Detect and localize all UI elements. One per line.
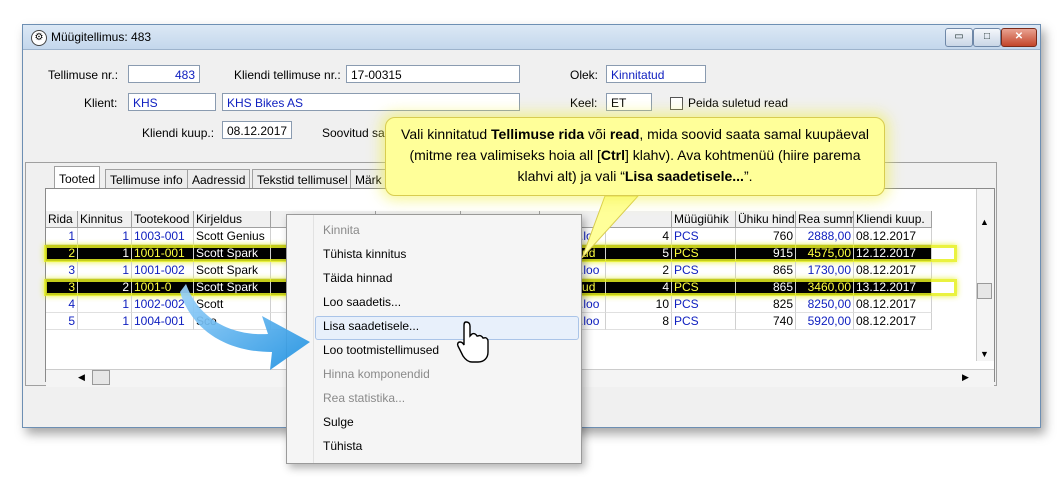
- callout-text-2: või: [584, 126, 610, 142]
- hand-cursor-icon: [456, 321, 489, 363]
- callout-text-1: Vali kinnitatud: [401, 126, 492, 142]
- callout-text-5: ”.: [743, 168, 753, 184]
- blue-curved-arrow-icon: [180, 284, 310, 370]
- callout-bold-4: Lisa saadetisele...: [624, 168, 744, 184]
- callout-pointer-icon: [581, 195, 640, 259]
- callout-bold-3: Ctrl: [600, 147, 625, 163]
- callout-bold-2: read: [609, 126, 640, 142]
- pointer-arrow-overlay: [180, 195, 640, 370]
- callout-bold-1: Tellimuse rida: [491, 126, 585, 142]
- instruction-callout: Vali kinnitatud Tellimuse rida või read,…: [385, 117, 885, 196]
